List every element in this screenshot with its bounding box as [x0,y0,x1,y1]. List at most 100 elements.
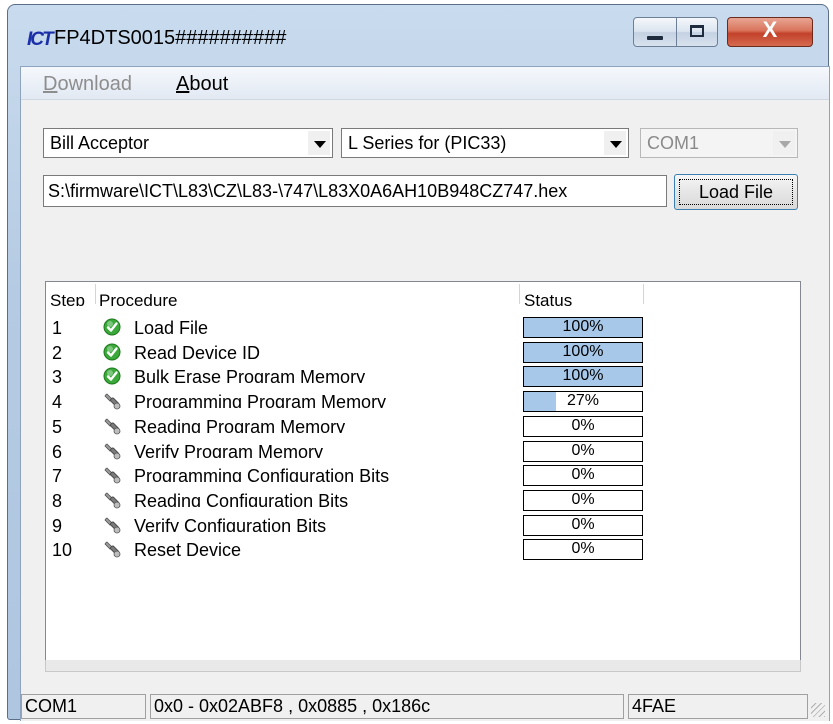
window-title: FP4DTS0015########## [54,27,287,49]
minimize-icon [647,36,663,40]
column-header-step[interactable]: Step [50,290,96,306]
procedure-label: Bulk Erase Program Memory [134,367,366,384]
step-number: 5 [52,416,63,433]
step-number: 10 [52,540,73,557]
title-bar[interactable]: ICT FP4DTS0015########## X [8,5,828,57]
progress-bar: 0% [523,440,643,462]
progress-bar: 100% [523,366,643,388]
step-number: 2 [52,342,63,359]
table-row[interactable]: 6 Verify Program Memory 0% [46,440,800,465]
chevron-down-icon [314,141,326,148]
wrench-icon [103,540,121,558]
status-com-port: COM1 [21,694,146,719]
check-icon [103,318,121,336]
series-value: L Series for (PIC33) [348,133,507,153]
device-type-dropdown-button[interactable] [308,131,330,155]
procedure-label: Verify Program Memory [134,441,324,458]
progress-text: 27% [566,392,600,408]
chevron-down-icon [610,141,622,148]
step-number: 9 [52,515,63,532]
column-divider[interactable] [643,284,644,304]
procedure-label: Load File [134,318,209,334]
progress-text: 0% [571,441,595,457]
progress-text: 0% [571,540,595,556]
step-number: 3 [52,367,63,384]
progress-text: 100% [562,318,604,333]
close-icon: X [762,17,778,42]
column-header-status[interactable]: Status [524,290,572,306]
wrench-icon [103,442,121,460]
step-number: 7 [52,466,63,483]
procedure-label: Verify Configuration Bits [134,515,327,532]
progress-text: 0% [571,515,595,531]
progress-bar: 0% [523,514,643,536]
progress-bar: 0% [523,489,643,511]
device-type-select[interactable]: Bill Acceptor [43,128,333,158]
status-memory-range: 0x0 - 0x02ABF8 , 0x0885 , 0x186c [150,694,624,719]
horizontal-scrollbar[interactable] [45,660,801,672]
file-path-field[interactable]: S:\firmware\ICT\L83\CZ\L83-\747\L83X0A6A… [43,175,667,207]
com-port-select: COM1 [640,128,798,158]
progress-text: 0% [571,466,595,482]
maximize-button[interactable] [676,17,718,47]
table-row[interactable]: 8 Reading Configuration Bits 0% [46,489,800,514]
wrench-icon [103,466,121,484]
progress-bar: 100% [523,317,643,338]
progress-bar: 27% [523,391,643,413]
maximize-icon [690,25,704,37]
column-divider[interactable] [519,284,520,304]
device-type-value: Bill Acceptor [50,133,150,153]
progress-bar: 100% [523,341,643,363]
load-file-button[interactable]: Load File [674,174,798,210]
table-row[interactable]: 4 Programming Program Memory 27% [46,390,800,415]
table-row[interactable]: 3 Bulk Erase Program Memory 100% [46,365,800,390]
table-row[interactable]: 2 Read Device ID 100% [46,341,800,366]
wrench-icon [103,491,121,509]
series-dropdown-button[interactable] [604,131,626,155]
check-icon [103,367,121,385]
menu-about[interactable]: About [176,73,228,96]
com-port-value: COM1 [647,133,700,153]
chevron-down-icon [779,141,791,148]
column-header-procedure[interactable]: Procedure [99,290,177,306]
procedure-list[interactable]: Step Procedure Status 1 Load File 100% 2 Rea… [45,281,801,661]
load-file-label: Load File [698,182,774,202]
progress-bar: 0% [523,539,643,561]
table-row[interactable]: 7 Programming Configuration Bits 0% [46,464,800,489]
close-button[interactable]: X [727,17,813,47]
step-number: 8 [52,490,63,507]
client-area: Download About Bill Acceptor L Series fo… [20,66,830,721]
table-row[interactable]: 1 Load File 100% [46,316,800,341]
step-number: 1 [52,318,63,334]
menu-download[interactable]: Download [43,73,132,96]
app-logo-icon: ICT [27,29,54,50]
menu-bar: Download About [21,67,829,100]
menu-mnemonic: A [176,73,190,95]
resize-grip-icon[interactable] [811,703,825,717]
progress-text: 0% [571,490,595,506]
progress-bar: 0% [523,415,643,437]
table-row[interactable]: 10 Reset Device 0% [46,538,800,563]
table-row[interactable]: 9 Verify Configuration Bits 0% [46,514,800,539]
procedure-label: Read Device ID [134,342,261,359]
series-select[interactable]: L Series for (PIC33) [341,128,629,158]
check-icon [103,343,121,361]
procedure-label: Reading Program Memory [134,416,346,433]
wrench-icon [103,516,121,534]
step-number: 6 [52,441,63,458]
column-divider[interactable] [95,284,96,304]
wrench-icon [103,392,121,410]
status-bar: COM1 0x0 - 0x02ABF8 , 0x0885 , 0x186c 4F… [21,690,829,721]
minimize-button[interactable] [633,17,677,47]
com-port-dropdown-button [773,131,795,155]
progress-text: 100% [562,342,604,358]
step-number: 4 [52,392,63,409]
app-window: ICT FP4DTS0015########## X Download Abou… [7,4,830,721]
procedure-label: Programming Program Memory [134,392,387,409]
progress-text: 0% [571,416,595,432]
progress-bar: 0% [523,465,643,487]
progress-text: 100% [562,367,604,383]
menu-mnemonic: D [43,73,58,95]
procedure-label: Reading Configuration Bits [134,490,349,507]
table-row[interactable]: 5 Reading Program Memory 0% [46,415,800,440]
